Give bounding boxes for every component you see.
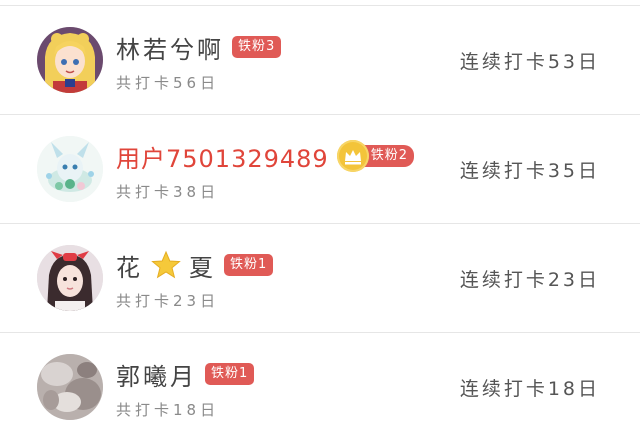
fan-checkin-list: 林若兮啊 铁粉3 共打卡56日 连续打卡53日 用户7501329489 铁粉2… bbox=[0, 6, 640, 429]
streak-checkin-text: 连续打卡18日 bbox=[459, 378, 600, 400]
star-icon bbox=[151, 250, 181, 280]
fan-level-badge: 铁粉3 bbox=[232, 36, 282, 58]
list-item[interactable]: 花 夏 铁粉1 共打卡23日 连续打卡23日 bbox=[0, 224, 640, 333]
fan-level-badge: 铁粉1 bbox=[224, 254, 274, 276]
fan-level-badge: 铁粉1 bbox=[205, 363, 255, 385]
user-name-part[interactable]: 夏 bbox=[189, 248, 216, 283]
streak-checkin-text: 连续打卡23日 bbox=[459, 269, 600, 291]
total-checkin-text: 共打卡18日 bbox=[116, 401, 220, 419]
streak-checkin-text: 连续打卡53日 bbox=[459, 51, 600, 73]
user-name[interactable]: 林若兮啊 bbox=[116, 30, 224, 65]
name-line: 林若兮啊 铁粉3 bbox=[116, 30, 282, 65]
total-checkin-text: 共打卡56日 bbox=[116, 74, 220, 92]
fantasy-creature-avatar[interactable] bbox=[37, 136, 103, 202]
list-item[interactable]: 郭曦月 铁粉1 共打卡18日 连续打卡18日 bbox=[0, 333, 640, 429]
blurred-photo-avatar[interactable] bbox=[37, 354, 103, 420]
list-item[interactable]: 林若兮啊 铁粉3 共打卡56日 连续打卡53日 bbox=[0, 6, 640, 115]
total-checkin-text: 共打卡38日 bbox=[116, 183, 220, 201]
fan-level-group: 铁粉2 bbox=[336, 140, 414, 172]
user-name[interactable]: 郭曦月 bbox=[116, 357, 197, 392]
name-line: 郭曦月 铁粉1 bbox=[116, 357, 255, 392]
total-checkin-text: 共打卡23日 bbox=[116, 292, 220, 310]
name-line: 花 夏 铁粉1 bbox=[116, 248, 274, 283]
girl-with-bow-avatar[interactable] bbox=[37, 245, 103, 311]
list-item[interactable]: 用户7501329489 铁粉2 共打卡38日 连续打卡35日 bbox=[0, 115, 640, 224]
user-name[interactable]: 用户7501329489 bbox=[116, 139, 329, 174]
anime-girl-avatar[interactable] bbox=[37, 27, 103, 93]
streak-checkin-text: 连续打卡35日 bbox=[459, 160, 600, 182]
name-line: 用户7501329489 铁粉2 bbox=[116, 139, 414, 173]
crown-icon bbox=[336, 140, 369, 172]
user-name-part[interactable]: 花 bbox=[116, 248, 143, 283]
